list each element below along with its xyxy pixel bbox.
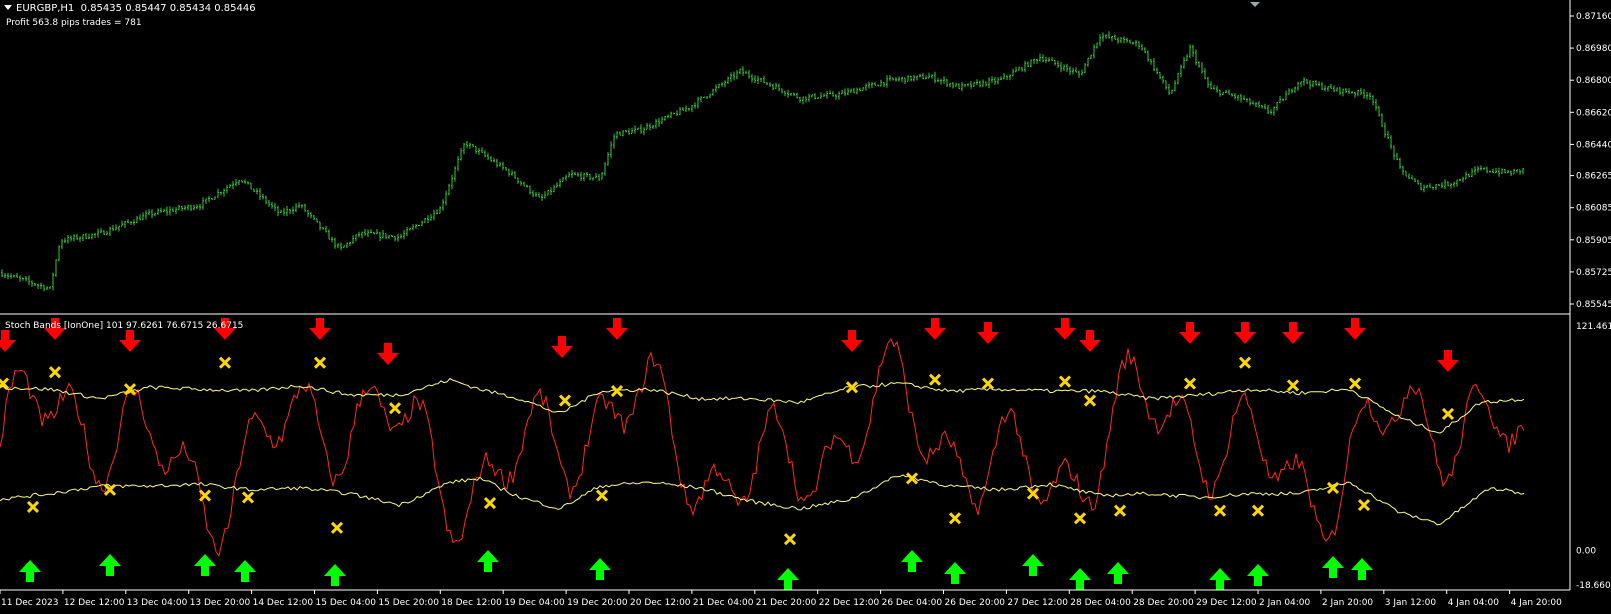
price-tick-label: 0.86620 (1576, 108, 1611, 118)
time-tick-label: 19 Dec 20:00 (567, 598, 628, 608)
price-tick-label: 0.86085 (1576, 204, 1611, 214)
price-tick-label: 0.86800 (1576, 76, 1611, 86)
price-tick-label: 0.85545 (1576, 300, 1611, 310)
price-tick-label: 0.86980 (1576, 44, 1611, 54)
collapse-triangle-icon[interactable] (4, 5, 12, 10)
time-tick-label: 15 Dec 20:00 (378, 598, 439, 608)
time-tick-label: 4 Jan 20:00 (1511, 598, 1563, 608)
time-tick-label: 26 Dec 04:00 (882, 598, 943, 608)
price-tick-label: 0.86440 (1576, 140, 1611, 150)
price-tick-label: 0.87160 (1576, 12, 1611, 22)
time-tick-label: 19 Dec 04:00 (504, 598, 565, 608)
symbol-name: EURGBP,H1 (16, 3, 75, 14)
indicator-label: Stoch Bands [IonOne] 101 97.6261 76.6715… (5, 321, 244, 331)
price-tick-label: 0.86265 (1576, 172, 1611, 182)
time-tick-label: 21 Dec 04:00 (693, 598, 754, 608)
indicator-tick-label: 121.4615 (1576, 322, 1611, 332)
time-tick-label: 3 Jan 12:00 (1385, 598, 1437, 608)
time-tick-label: 20 Dec 12:00 (630, 598, 691, 608)
symbol-header: EURGBP,H1 0.85435 0.85447 0.85434 0.8544… (2, 3, 256, 14)
profit-label: Profit 563.8 pips trades = 781 (6, 18, 142, 28)
time-tick-label: 28 Dec 04:00 (1070, 598, 1131, 608)
time-tick-label: 11 Dec 2023 (1, 598, 59, 608)
time-tick-label: 18 Dec 12:00 (441, 598, 502, 608)
ohlc-values: 0.85435 0.85447 0.85434 0.85446 (80, 3, 256, 14)
time-tick-label: 15 Dec 04:00 (316, 598, 377, 608)
price-tick-label: 0.85725 (1576, 268, 1611, 278)
indicator-tick-label: -18.6606 (1576, 581, 1611, 591)
time-tick-label: 13 Dec 20:00 (190, 598, 251, 608)
time-tick-label: 4 Jan 04:00 (1448, 598, 1500, 608)
chart-background (0, 0, 1611, 614)
time-tick-label: 13 Dec 04:00 (127, 598, 188, 608)
time-tick-label: 26 Dec 20:00 (945, 598, 1006, 608)
time-tick-label: 27 Dec 12:00 (1007, 598, 1068, 608)
time-tick-label: 14 Dec 12:00 (253, 598, 314, 608)
time-tick-label: 2 Jan 20:00 (1322, 598, 1374, 608)
time-tick-label: 21 Dec 20:00 (756, 598, 817, 608)
indicator-tick-label: 0.00 (1576, 547, 1596, 557)
chart-window[interactable]: 0.87160 0.86980 0.86800 0.86620 0.86440 0.862… (0, 0, 1611, 614)
time-tick-label: 29 Dec 12:00 (1196, 598, 1257, 608)
price-bar (418, 225, 420, 226)
time-tick-label: 28 Dec 20:00 (1133, 598, 1194, 608)
time-tick-label: 12 Dec 12:00 (64, 598, 125, 608)
time-tick-label: 2 Jan 04:00 (1259, 598, 1311, 608)
price-tick-label: 0.85905 (1576, 236, 1611, 246)
time-tick-label: 22 Dec 12:00 (819, 598, 880, 608)
